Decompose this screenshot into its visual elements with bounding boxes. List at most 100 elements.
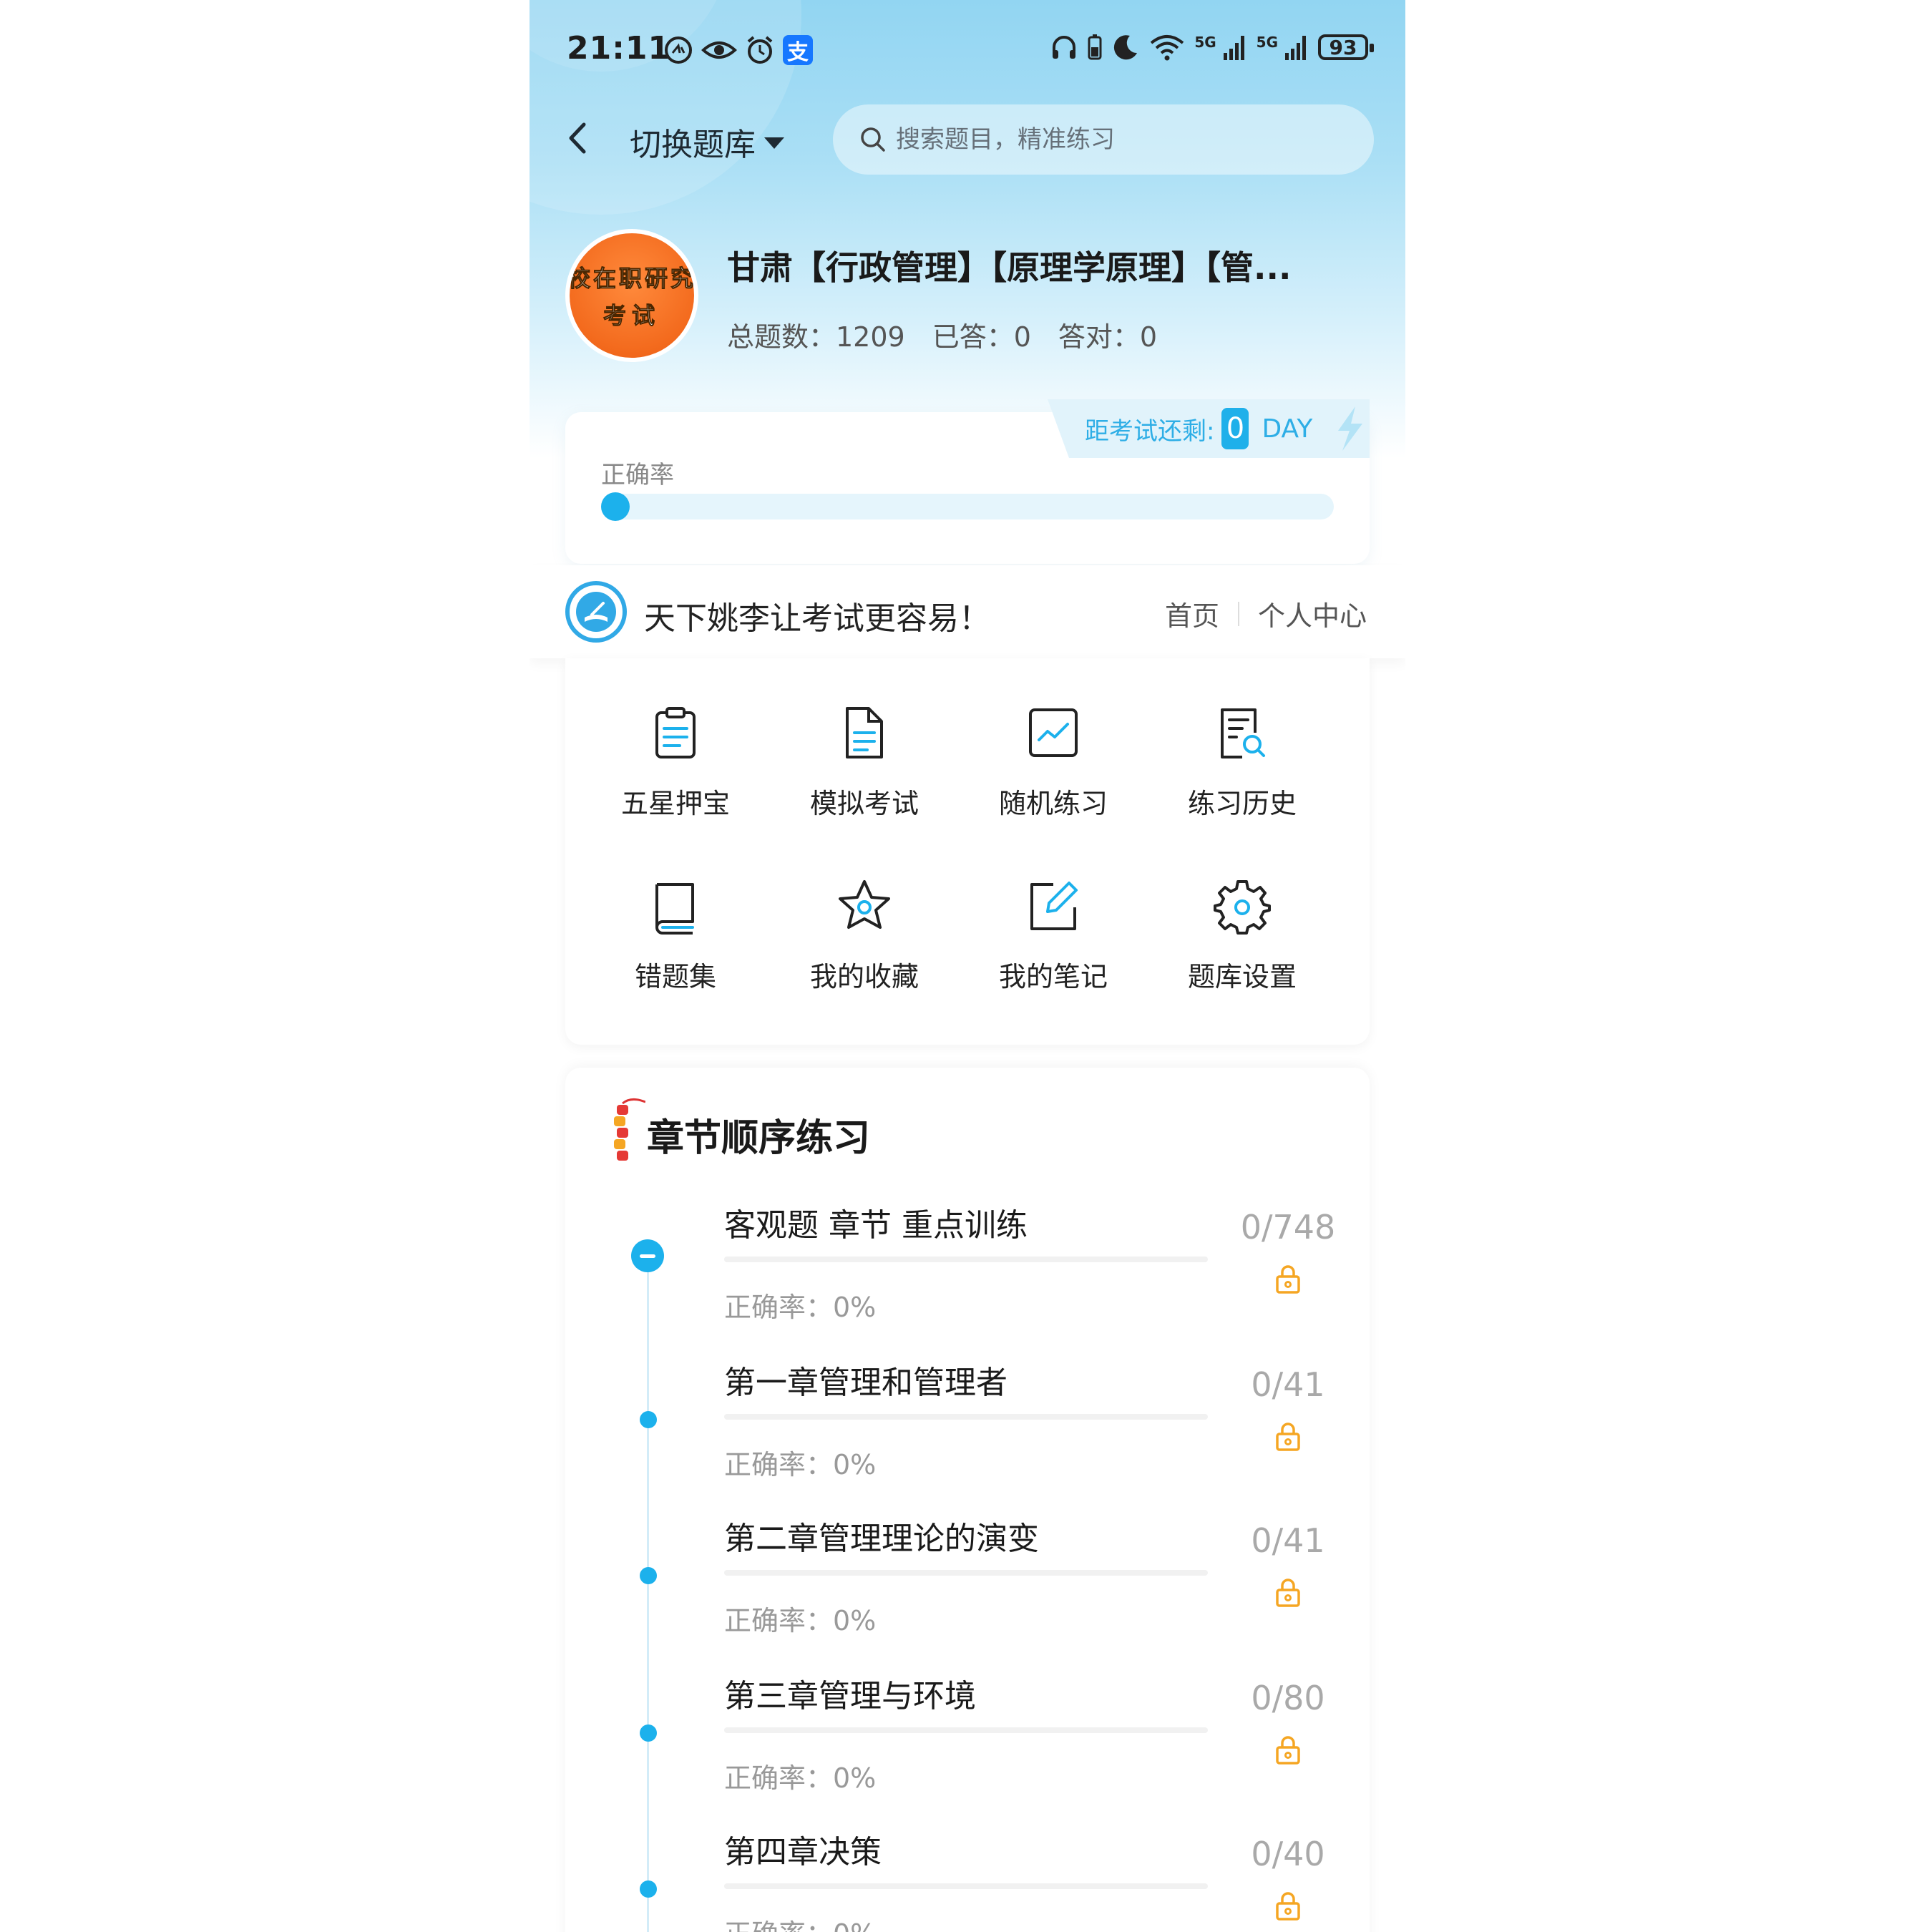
home-link[interactable]: 首页	[1165, 594, 1219, 633]
document-icon	[846, 707, 883, 758]
battery-indicator: 93	[1318, 34, 1374, 60]
app-logo	[565, 581, 627, 643]
chapter-name: 客观题 章节 重点训练	[724, 1207, 1028, 1244]
lock-icon[interactable]	[1274, 1735, 1302, 1766]
search-bar[interactable]	[833, 104, 1374, 175]
alipay-icon: 支	[783, 35, 813, 65]
menu-label: 随机练习	[998, 788, 1108, 819]
moon-icon	[1114, 35, 1138, 60]
timeline-node	[640, 1567, 657, 1584]
book-pen-icon	[585, 602, 608, 622]
accuracy-card: 距考试还剩: 0 DAY 正确率	[565, 399, 1370, 564]
chapter-progress-bar	[724, 1414, 1208, 1420]
chapter-count: 0/41	[1251, 1365, 1325, 1404]
switch-bank-button[interactable]: 切换题库	[630, 119, 784, 165]
battery-small-icon	[1088, 34, 1102, 60]
alarm-icon	[747, 36, 773, 64]
lock-icon[interactable]	[1274, 1890, 1302, 1922]
profile-link[interactable]: 个人中心	[1258, 594, 1367, 633]
avatar-text-line2: 考试	[602, 302, 660, 330]
chapter-name: 第四章决策	[724, 1834, 882, 1870]
lock-icon[interactable]	[1274, 1577, 1302, 1609]
menu-label: 五星押宝	[620, 788, 730, 819]
lock-icon[interactable]	[1274, 1421, 1302, 1453]
search-input[interactable]	[894, 125, 1327, 155]
menu-item-notes[interactable]: 我的笔记	[967, 877, 1139, 994]
clipboard-icon	[655, 707, 696, 758]
menu-item-settings[interactable]: 题库设置	[1156, 877, 1328, 994]
slogan-text: 天下姚李让考试更容易！	[644, 600, 990, 637]
back-arrow-icon[interactable]	[564, 120, 592, 156]
chapter-item[interactable]: 客观题 章节 重点训练 正确率：0% 0/748	[565, 1199, 1370, 1357]
menu-label: 我的笔记	[998, 961, 1108, 992]
countdown-label: 距考试还剩:	[1085, 416, 1215, 446]
menu-label: 错题集	[634, 961, 716, 992]
menu-label: 模拟考试	[809, 788, 919, 819]
chapter-accuracy: 正确率：0%	[724, 1449, 877, 1480]
wifi-icon	[1151, 35, 1184, 61]
menu-label: 练习历史	[1187, 788, 1297, 819]
history-search-icon	[1221, 708, 1265, 758]
book-icon	[655, 883, 694, 935]
menu-item-random-practice[interactable]: 随机练习	[967, 704, 1139, 821]
chart-line-icon	[1029, 708, 1078, 757]
status-icons-left: 支	[663, 34, 813, 66]
chapter-progress-bar	[724, 1727, 1208, 1733]
countdown-days: 0	[1221, 408, 1249, 449]
exam-countdown: 距考试还剩: 0 DAY	[1048, 399, 1370, 458]
headphones-icon	[1053, 36, 1076, 59]
accuracy-label: 正确率	[601, 461, 674, 489]
chapter-accuracy: 正确率：0%	[724, 1762, 877, 1794]
timeline-node	[640, 1411, 657, 1428]
timeline-node	[640, 1880, 657, 1898]
chapter-section-title: 章节顺序练习	[647, 1117, 871, 1160]
collapse-minus-icon[interactable]	[631, 1239, 664, 1272]
accuracy-progress-bar	[601, 492, 1334, 521]
avatar-badge: 校在职研究 考试	[570, 233, 694, 358]
eye-icon	[701, 42, 737, 59]
gear-icon	[1214, 880, 1271, 935]
logo-inner	[576, 592, 616, 632]
chapter-progress-bar	[724, 1883, 1208, 1889]
chapter-count: 0/41	[1251, 1521, 1325, 1560]
chapter-item[interactable]: 第四章决策 正确率：0% 0/40	[565, 1826, 1370, 1932]
menu-item-history[interactable]: 练习历史	[1156, 704, 1328, 821]
chapter-count: 0/748	[1240, 1208, 1336, 1246]
status-icons-right: 5G 5G 93	[1050, 33, 1374, 62]
chapter-accuracy: 正确率：0%	[724, 1912, 876, 1932]
chapter-count: 0/40	[1251, 1835, 1325, 1873]
feature-menu: 五星押宝 模拟考试 随机练习 练习历史 错题集 我的收藏 我的笔记 题库设置	[565, 658, 1370, 1045]
menu-item-five-star[interactable]: 五星押宝	[590, 704, 761, 821]
link-divider	[1237, 601, 1239, 626]
edit-note-icon	[1030, 882, 1078, 930]
chapter-accuracy: 正确率：0%	[724, 1605, 877, 1636]
avatar-text-line1: 校在职研究	[570, 265, 694, 293]
bank-title: 甘肃【行政管理】【原理学原理】【管...	[727, 248, 1292, 287]
menu-label: 我的收藏	[809, 961, 919, 992]
answered-count: 已答：0	[932, 321, 1031, 353]
chapter-progress-bar	[724, 1570, 1208, 1576]
network-type-label-2: 5G	[1256, 34, 1278, 51]
menu-item-mock-exam[interactable]: 模拟考试	[779, 704, 950, 821]
signal-icon	[1285, 36, 1306, 60]
chapter-item[interactable]: 第三章管理与环境 正确率：0% 0/80	[565, 1670, 1370, 1828]
switch-bank-label: 切换题库	[630, 127, 756, 163]
chapter-progress-bar	[724, 1257, 1208, 1262]
status-bar: 21:11 支 5G 5G 93	[530, 29, 1405, 72]
collapse-minus-bar	[640, 1254, 655, 1258]
chapter-item[interactable]: 第一章管理和管理者 正确率：0% 0/41	[565, 1357, 1370, 1514]
bank-avatar[interactable]: 校在职研究 考试	[565, 229, 698, 362]
chapter-count: 0/80	[1251, 1679, 1325, 1717]
status-time: 21:11	[567, 30, 671, 67]
slogan-links: 首页 个人中心	[1165, 594, 1367, 633]
timeline-node	[640, 1724, 657, 1742]
chapter-item[interactable]: 第二章管理理论的演变 正确率：0% 0/41	[565, 1513, 1370, 1670]
slogan-bar: 天下姚李让考试更容易！ 首页 个人中心	[530, 565, 1405, 658]
accuracy-progress-knob	[601, 492, 630, 521]
menu-item-mistakes[interactable]: 错题集	[590, 877, 761, 994]
menu-item-favorites[interactable]: 我的收藏	[779, 877, 950, 994]
chapter-name: 第二章管理理论的演变	[724, 1521, 1039, 1557]
chapter-name: 第三章管理与环境	[724, 1678, 976, 1714]
lock-icon[interactable]	[1274, 1264, 1302, 1295]
bank-stats: 总题数：1209 已答：0 答对：0	[727, 315, 1157, 354]
